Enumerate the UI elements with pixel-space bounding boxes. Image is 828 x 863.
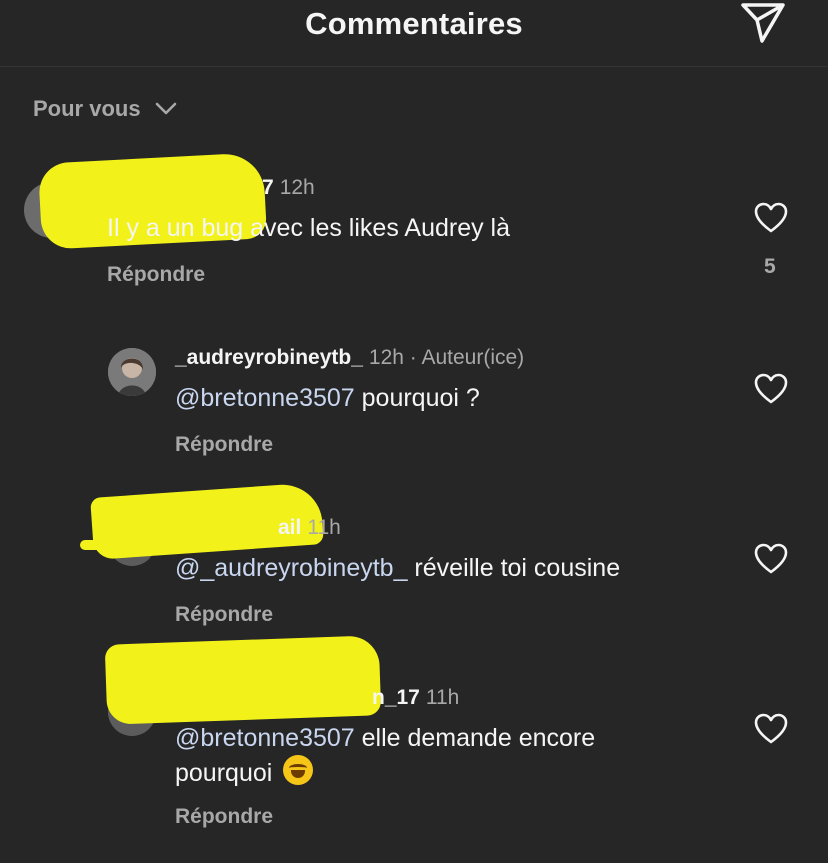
paper-plane-icon — [741, 3, 785, 43]
avatar-image — [108, 348, 156, 396]
reply-button[interactable]: Répondre — [175, 603, 273, 627]
username[interactable]: _audreyrobineytb_ — [175, 346, 363, 369]
comment-body: pourquoi ? — [354, 384, 480, 412]
timestamp: 12h — [368, 346, 404, 369]
page-title: Commentaires — [305, 6, 523, 41]
comment-meta: 7 12h — [262, 176, 315, 200]
heart-icon — [754, 202, 788, 233]
username[interactable]: 7 — [262, 176, 274, 199]
like-count[interactable]: 5 — [764, 255, 776, 279]
comment-text: Il y a un bug avec les likes Audrey là — [107, 211, 510, 245]
comment-meta: _audreyrobineytb_ 12h · Auteur(ice) — [175, 346, 524, 370]
reply-button[interactable]: Répondre — [175, 433, 273, 457]
avatar[interactable] — [108, 348, 156, 396]
comment-body: réveille toi cousine — [407, 554, 621, 582]
mention-link[interactable]: @bretonne3507 — [175, 384, 355, 412]
author-badge: · Auteur(ice) — [409, 346, 525, 369]
username[interactable]: n_17 — [372, 686, 420, 709]
like-button[interactable] — [754, 373, 788, 405]
comment-meta: ail 11h — [278, 516, 341, 540]
redaction-scribble — [104, 635, 382, 725]
comment-text: @_audreyrobineytb_ réveille toi cousine — [175, 551, 620, 585]
comment-body-line2: pourquoi — [175, 759, 273, 787]
heart-icon — [754, 713, 788, 744]
comment-meta: n_17 11h — [372, 686, 459, 710]
like-button[interactable] — [754, 202, 788, 234]
chevron-down-icon — [155, 102, 176, 115]
timestamp: 11h — [307, 516, 341, 539]
comment-text: @bretonne3507 pourquoi ? — [175, 381, 480, 415]
timestamp: 11h — [425, 686, 460, 709]
header: Commentaires — [0, 0, 828, 67]
mention-link[interactable]: @_audreyrobineytb_ — [175, 554, 407, 582]
send-button[interactable] — [738, 0, 788, 46]
sort-dropdown[interactable]: Pour vous — [33, 94, 177, 124]
like-button[interactable] — [754, 713, 788, 745]
like-button[interactable] — [754, 543, 788, 575]
comment-text: @bretonne3507 elle demande encore pourqu… — [175, 721, 595, 790]
rolling-on-floor-laughing-emoji — [283, 755, 314, 785]
mention-link[interactable]: @bretonne3507 — [175, 724, 355, 752]
timestamp: 12h — [279, 176, 315, 199]
reply-button[interactable]: Répondre — [175, 805, 273, 829]
sort-label: Pour vous — [33, 96, 141, 121]
redaction-scribble — [80, 540, 160, 550]
heart-icon — [754, 373, 788, 404]
reply-button[interactable]: Répondre — [107, 263, 205, 287]
username[interactable]: ail — [278, 516, 301, 539]
comment-body: elle demande encore — [354, 724, 596, 752]
heart-icon — [754, 543, 788, 574]
comment-body: Il y a un bug avec les likes Audrey là — [107, 214, 511, 242]
